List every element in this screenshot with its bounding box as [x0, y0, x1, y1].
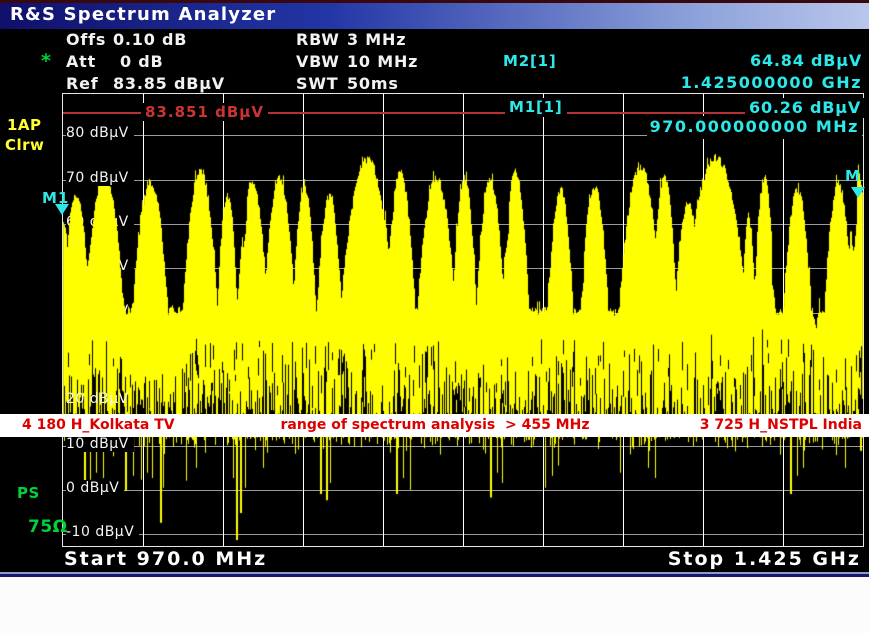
annotation-right: 3 725 H_NSTPL India	[700, 414, 862, 437]
marker-m1-arrow-icon	[55, 204, 69, 215]
preamp-label: PS	[17, 484, 40, 502]
offs-label: Offs	[66, 30, 106, 49]
swt-value: 50ms	[347, 74, 399, 93]
annotation-center: range of spectrum analysis > 455 MHz	[240, 414, 630, 437]
marker-m2-arrow-icon	[851, 187, 865, 198]
trace-mode-label: 1AP	[7, 116, 42, 134]
marker-m2-flag-label: M	[845, 167, 861, 185]
marker-m2-name: M2[1]	[503, 52, 557, 70]
stop-frequency-label: Stop 1.425 GHz	[668, 548, 861, 570]
marker-m1-level: 60.26 dBµV	[745, 98, 865, 118]
marker-m1-freq: 970.000000000 MHz	[647, 116, 862, 139]
y-axis-label: 0 dBµV	[66, 480, 124, 496]
att-asterisk-icon: *	[41, 50, 52, 72]
marker-m2-freq: 1.425000000 GHz	[681, 73, 862, 92]
rbw-value: 3 MHz	[347, 30, 406, 49]
annotation-left: 4 180 H_Kolkata TV	[22, 414, 175, 437]
rbw-label: RBW	[296, 30, 340, 49]
ref-label: Ref	[66, 74, 99, 93]
detector-label: Clrw	[5, 136, 44, 154]
att-label: Att	[66, 52, 96, 71]
marker-m1-name: M1[1]	[505, 98, 567, 117]
y-axis-label: 10 dBµV	[66, 436, 134, 452]
impedance-label: 75Ω	[28, 517, 68, 537]
annotation-band: 4 180 H_Kolkata TV range of spectrum ana…	[0, 414, 869, 437]
att-value: 0 dB	[120, 52, 164, 71]
marker-m2-level: 64.84 dBµV	[750, 51, 862, 70]
y-axis-label: -10 dBµV	[66, 524, 139, 540]
start-frequency-label: Start 970.0 MHz	[64, 548, 267, 570]
swt-label: SWT	[296, 74, 339, 93]
spectrum-analyzer-screen: R&S Spectrum Analyzer Offs 0.10 dB RBW 3…	[0, 0, 869, 633]
ref-value: 83.85 dBµV	[113, 74, 225, 93]
y-axis-label: 70 dBµV	[66, 170, 134, 186]
y-axis-label: 20 dBµV	[66, 391, 134, 407]
offs-value: 0.10 dB	[113, 30, 187, 49]
vbw-value: 10 MHz	[347, 52, 418, 71]
display-line-label: 83.851 dBµV	[141, 103, 268, 121]
vbw-label: VBW	[296, 52, 340, 71]
y-axis-label: 80 dBµV	[66, 125, 134, 141]
